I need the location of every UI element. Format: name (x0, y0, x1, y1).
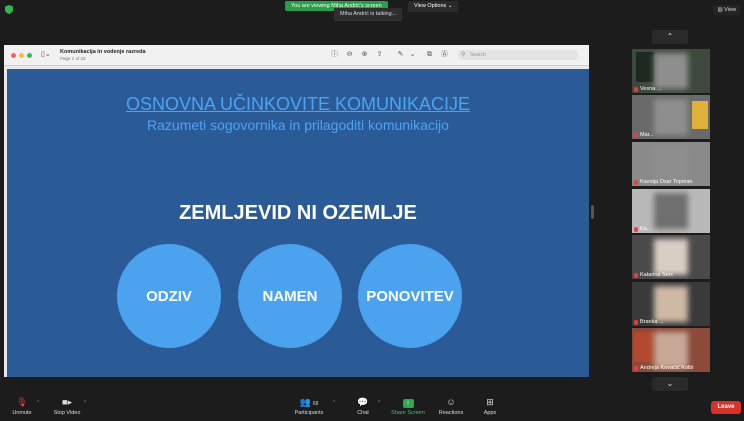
pdf-search-input[interactable]: ⚲ Search (458, 50, 578, 60)
participant-tile[interactable]: Branka ... (632, 282, 710, 326)
document-page: Page 1 of 33 (60, 56, 86, 61)
stop-video-label: Stop Video (53, 410, 81, 416)
chevron-down-icon[interactable]: ⌄ (408, 50, 417, 59)
participants-options-caret[interactable]: ⌃ (332, 400, 336, 406)
unmute-button[interactable]: 🎙 Unmute (9, 397, 35, 416)
gallery-scroll-up-button[interactable]: ⌃ (652, 30, 688, 44)
reactions-icon: ☺ (446, 397, 456, 407)
share-screen-label: Share Screen (391, 410, 425, 416)
chat-options-caret[interactable]: ⌃ (377, 400, 381, 406)
participant-name: Katarina Serc (640, 272, 674, 278)
circle-namen: NAMEN (238, 244, 342, 348)
chat-label: Chat (357, 410, 369, 416)
info-icon[interactable]: ⓘ (330, 50, 339, 59)
circle-odziv: ODZIV (117, 244, 221, 348)
participant-name: Andreja Kovačič Kolbl (640, 365, 694, 371)
participant-name: Ksenija Osar Topman (640, 179, 693, 185)
muted-mic-icon (634, 86, 638, 92)
gallery-scroll-down-button[interactable]: ⌄ (652, 377, 688, 391)
participants-button[interactable]: 👥 68 Participants (292, 397, 326, 416)
unmute-label: Unmute (12, 410, 32, 416)
participant-tile[interactable]: Vesna ... (632, 49, 710, 93)
apps-icon: ⊞ (486, 397, 494, 407)
markup-pen-icon[interactable]: ✎ (396, 50, 405, 59)
maximize-window-dot[interactable] (27, 53, 32, 58)
split-resize-handle[interactable] (591, 205, 594, 219)
shield-icon[interactable] (5, 5, 13, 14)
muted-mic-icon (634, 365, 638, 371)
audio-options-caret[interactable]: ⌃ (36, 400, 40, 406)
stop-video-button[interactable]: ■▸ Stop Video (52, 397, 82, 416)
zoom-in-icon[interactable]: ⊕ (360, 50, 369, 59)
participant-name: Mar... (640, 132, 654, 138)
zoom-window: You are viewing Miha Andrić's screen Mih… (0, 0, 744, 421)
reactions-button[interactable]: ☺ Reactions (437, 397, 465, 416)
search-icon: ⚲ (461, 52, 466, 58)
participant-count: 68 (312, 401, 319, 407)
share-screen-button[interactable]: ↑ Share Screen (389, 397, 427, 416)
participant-tile[interactable]: Andreja Kovačič Kolbl (632, 328, 710, 372)
slide-title: OSNOVNA UČINKOVITE KOMUNIKACIJE (125, 94, 471, 114)
apps-label: Apps (483, 410, 497, 416)
reactions-label: Reactions (438, 410, 464, 416)
share-icon[interactable]: ⇪ (375, 50, 384, 59)
share-screen-icon: ↑ (402, 399, 414, 408)
minimize-window-dot[interactable] (19, 53, 24, 58)
participant-name: Ka... (640, 226, 652, 232)
search-placeholder: Search (470, 52, 486, 58)
chat-bubble-icon: 💬 (357, 397, 369, 407)
muted-mic-icon (634, 132, 638, 138)
view-button[interactable]: ▥ View (713, 5, 740, 15)
muted-mic-icon (634, 272, 638, 278)
talking-indicator: Miha Andrić is talking... (334, 8, 403, 21)
document-title: Komunikacija in vodenje razreda (60, 49, 146, 55)
shared-screen: ▯⌄ Komunikacija in vodenje razreda Page … (4, 45, 589, 377)
participant-name: Branka ... (640, 319, 664, 325)
muted-mic-icon (634, 179, 638, 185)
leave-button[interactable]: Leave (711, 401, 741, 414)
presentation-slide: OSNOVNA UČINKOVITE KOMUNIKACIJE Razumeti… (7, 69, 589, 377)
circle-ponovitev: PONOVITEV (358, 244, 462, 348)
video-camera-icon: ■▸ (62, 397, 72, 407)
muted-mic-icon (634, 226, 638, 232)
participant-tile[interactable]: Ksenija Osar Topman (632, 142, 710, 186)
zoom-out-icon[interactable]: ⊖ (345, 50, 354, 59)
muted-microphone-icon: 🎙 (16, 397, 28, 407)
rotate-icon[interactable]: ⧉ (425, 50, 434, 59)
close-window-dot[interactable] (11, 53, 16, 58)
participant-name: Vesna ... (640, 86, 662, 92)
participants-label: Participants (294, 410, 324, 416)
participant-tile[interactable]: Katarina Serc (632, 235, 710, 279)
apps-button[interactable]: ⊞ Apps (480, 397, 500, 416)
sidebar-toggle-icon[interactable]: ▯⌄ (41, 51, 55, 59)
view-options-button[interactable]: View Options ⌄ (408, 1, 459, 12)
pdf-toolbar: ▯⌄ Komunikacija in vodenje razreda Page … (4, 45, 589, 66)
video-options-caret[interactable]: ⌃ (83, 400, 87, 406)
slide-heading: ZEMLJEVID NI OZEMLJE (179, 202, 417, 224)
slide-subtitle: Razumeti sogovornika in prilagoditi komu… (147, 117, 449, 133)
participants-icon: 👥 (299, 397, 311, 407)
participant-tile[interactable]: Ka... (632, 189, 710, 233)
participant-tile[interactable]: Mar... (632, 95, 710, 139)
muted-mic-icon (634, 319, 638, 325)
chat-button[interactable]: 💬 Chat (352, 397, 374, 416)
annotate-icon[interactable]: Ⓐ (440, 50, 449, 59)
